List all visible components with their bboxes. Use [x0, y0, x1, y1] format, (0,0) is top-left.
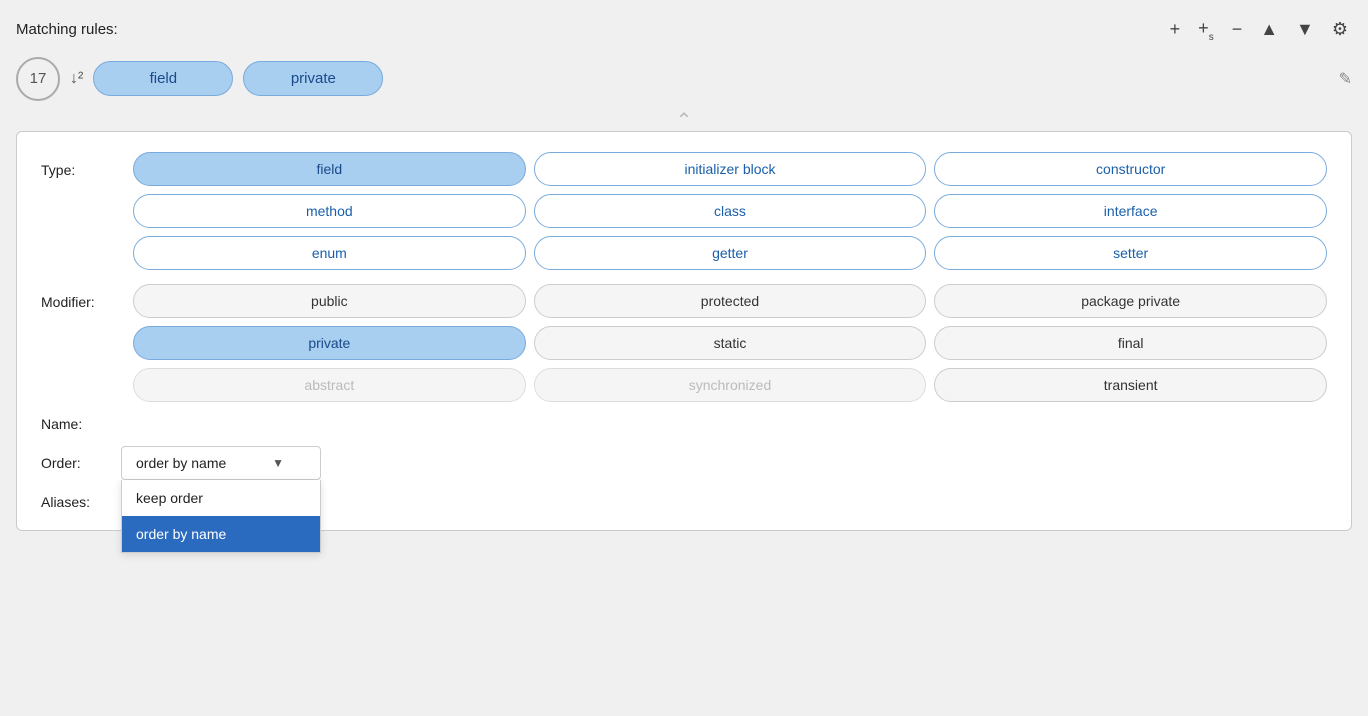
type-setter-button[interactable]: setter — [934, 236, 1327, 270]
type-field-button[interactable]: field — [133, 152, 526, 186]
type-label: Type: — [41, 152, 121, 178]
type-constructor-button[interactable]: constructor — [934, 152, 1327, 186]
modifier-transient-button[interactable]: transient — [934, 368, 1327, 402]
order-section: Order: order by name ▼ keep order order … — [41, 446, 1327, 480]
order-option-order-by-name[interactable]: order by name — [122, 516, 320, 552]
move-down-button[interactable]: ▼ — [1292, 17, 1318, 42]
caret-row: ⌃ — [16, 111, 1352, 131]
order-select-display[interactable]: order by name ▼ — [121, 446, 321, 480]
tag-field-button[interactable]: field — [93, 61, 233, 96]
tag-private-button[interactable]: private — [243, 61, 383, 96]
order-option-keep-order[interactable]: keep order — [122, 480, 320, 516]
rule-row: 17 ↓² field private ✎ — [16, 57, 1352, 101]
modifier-section: Modifier: public protected package priva… — [41, 284, 1327, 402]
modifier-static-button[interactable]: static — [534, 326, 927, 360]
name-section: Name: — [41, 416, 1327, 432]
header-actions: + +s − ▲ ▼ ⚙ — [1166, 16, 1352, 43]
order-select-wrapper: order by name ▼ keep order order by name — [121, 446, 321, 480]
type-buttons-grid: field initializer block constructor meth… — [133, 152, 1327, 270]
modifier-public-button[interactable]: public — [133, 284, 526, 318]
modifier-synchronized-button[interactable]: synchronized — [534, 368, 927, 402]
edit-button[interactable]: ✎ — [1339, 69, 1352, 89]
sort-icon-button[interactable]: ↓² — [70, 70, 83, 88]
settings-button[interactable]: ⚙ — [1328, 17, 1352, 42]
type-initializer-block-button[interactable]: initializer block — [534, 152, 927, 186]
detail-panel: Type: field initializer block constructo… — [16, 131, 1352, 531]
modifier-private-button[interactable]: private — [133, 326, 526, 360]
type-class-button[interactable]: class — [534, 194, 927, 228]
order-current-value: order by name — [136, 455, 226, 471]
move-up-button[interactable]: ▲ — [1256, 17, 1282, 42]
name-label: Name: — [41, 416, 121, 432]
matching-rules-title: Matching rules: — [16, 21, 118, 38]
modifier-package-private-button[interactable]: package private — [934, 284, 1327, 318]
caret-up-icon: ⌃ — [676, 111, 693, 131]
rule-number: 17 — [16, 57, 60, 101]
add-s-button[interactable]: +s — [1194, 16, 1218, 43]
dropdown-arrow-icon: ▼ — [272, 456, 284, 470]
header-row: Matching rules: + +s − ▲ ▼ ⚙ — [16, 16, 1352, 43]
order-dropdown-menu: keep order order by name — [121, 480, 321, 553]
add-button[interactable]: + — [1166, 17, 1185, 42]
main-panel: Matching rules: + +s − ▲ ▼ ⚙ 17 ↓² field… — [0, 0, 1368, 716]
type-enum-button[interactable]: enum — [133, 236, 526, 270]
remove-button[interactable]: − — [1228, 17, 1247, 42]
modifier-abstract-button[interactable]: abstract — [133, 368, 526, 402]
aliases-label: Aliases: — [41, 494, 121, 510]
type-method-button[interactable]: method — [133, 194, 526, 228]
modifier-buttons-grid: public protected package private private… — [133, 284, 1327, 402]
type-interface-button[interactable]: interface — [934, 194, 1327, 228]
modifier-protected-button[interactable]: protected — [534, 284, 927, 318]
modifier-final-button[interactable]: final — [934, 326, 1327, 360]
order-label: Order: — [41, 455, 121, 471]
modifier-label: Modifier: — [41, 284, 121, 310]
type-getter-button[interactable]: getter — [534, 236, 927, 270]
type-section: Type: field initializer block constructo… — [41, 152, 1327, 270]
